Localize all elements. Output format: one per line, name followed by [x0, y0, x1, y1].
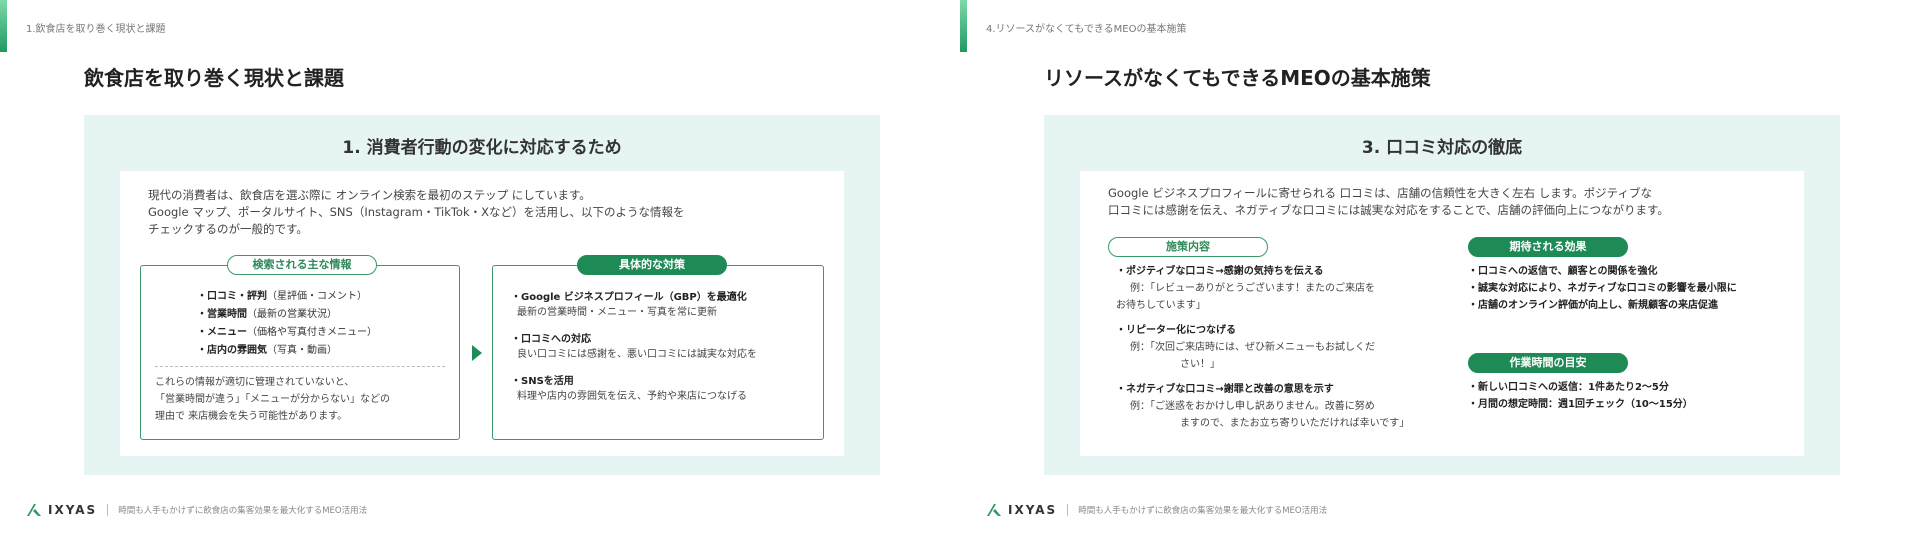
footer-tagline: 時間も人手もかけずに飲食店の集客効果を最大化するMEO活用法	[1078, 506, 1328, 516]
action-example: お待ちしています」	[1116, 300, 1206, 311]
content-panel: 3. 口コミ対応の徹底 Google ビジネスプロフィールに寄せられる 口コミは…	[1044, 115, 1840, 475]
effects-list: ・口コミへの返信で、顧客との関係を強化 ・誠実な対応により、ネガティブな口コミの…	[1468, 263, 1798, 314]
list-item-rest: （価格や写真付きメニュー）	[247, 327, 377, 338]
arrow-right-icon	[472, 345, 482, 361]
content-panel: 1. 消費者行動の変化に対応するため 現代の消費者は、飲食店を選ぶ際に オンライ…	[84, 115, 880, 475]
intro-text: 現代の消費者は、飲食店を選ぶ際に オンライン検索を最初のステップ にしています。…	[148, 187, 828, 238]
intro-line: Google ビジネスプロフィールに寄せられる 口コミは、店舗の信頼性を大きく左…	[1108, 186, 1652, 200]
list-item: ・口コミ・評判（星評価・コメント）	[197, 288, 377, 306]
actions-title: 施策内容	[1108, 237, 1268, 257]
corner-accent	[0, 0, 7, 52]
time-title: 作業時間の目安	[1468, 353, 1628, 373]
panel-title: 1. 消費者行動の変化に対応するため	[342, 138, 622, 158]
warning-note: これらの情報が適切に管理されていないと、 「営業時間が違う」「メニューが分からな…	[155, 374, 455, 425]
effect-item: ・店舗のオンライン評価が向上し、新規顧客の来店促進	[1468, 300, 1718, 311]
action-example: さい！」	[1180, 359, 1220, 370]
ixyas-logo-icon	[986, 503, 1002, 517]
action-item: ・ネガティブな口コミ→謝罪と改善の意思を示す	[1116, 384, 1334, 395]
searched-info-title: 検索される主な情報	[227, 255, 377, 275]
intro-line: 口コミには感謝を伝え、ネガティブな口コミには誠実な対応をすることで、店舗の評価向…	[1108, 203, 1669, 217]
inner-card: 現代の消費者は、飲食店を選ぶ際に オンライン検索を最初のステップ にしています。…	[120, 171, 844, 456]
list-item-bold: ・口コミ・評判	[197, 291, 267, 302]
effects-title: 期待される効果	[1468, 237, 1628, 257]
searched-info-list: ・口コミ・評判（星評価・コメント） ・営業時間（最新の営業状況） ・メニュー（価…	[197, 288, 377, 360]
measure-desc: 最新の営業時間・メニュー・写真を常に更新	[517, 307, 717, 318]
panel-title: 3. 口コミ対応の徹底	[1361, 138, 1523, 158]
action-example: ますので、またお立ち寄りいただければ幸いです」	[1180, 418, 1410, 429]
action-example: 例：「ご迷惑をおかけし申し訳ありません。改善に努め	[1130, 401, 1375, 412]
time-list: ・新しい口コミへの返信：1件あたり2〜5分 ・月間の想定時間：週1回チェック（1…	[1468, 379, 1798, 413]
slide-title: リソースがなくてもできるMEOの基本施策	[1044, 66, 1431, 90]
time-item: ・新しい口コミへの返信：1件あたり2〜5分	[1468, 382, 1669, 393]
intro-line: チェックするのが一般的です。	[148, 222, 308, 236]
effect-item: ・誠実な対応により、ネガティブな口コミの影響を最小限に	[1468, 283, 1737, 294]
note-line: これらの情報が適切に管理されていないと、	[155, 377, 355, 388]
list-item-rest: （星評価・コメント）	[267, 291, 367, 302]
intro-line: Google マップ、ポータルサイト、SNS（Instagram・TikTok・…	[148, 205, 685, 219]
footer-separator	[1067, 504, 1069, 516]
footer: IXYAS 時間も人手もかけずに飲食店の集客効果を最大化するMEO活用法	[26, 503, 367, 517]
measure-title: ・SNSを活用	[511, 376, 574, 387]
action-item: ・ポジティブな口コミ→感謝の気持ちを伝える	[1116, 266, 1324, 277]
ixyas-logo-icon	[26, 503, 42, 517]
action-example: 例：「レビューありがとうございます！またのご来店を	[1130, 283, 1375, 294]
footer: IXYAS 時間も人手もかけずに飲食店の集客効果を最大化するMEO活用法	[986, 503, 1327, 517]
measures-title: 具体的な対策	[577, 255, 727, 275]
searched-info-box: 検索される主な情報 ・口コミ・評判（星評価・コメント） ・営業時間（最新の営業状…	[140, 255, 460, 440]
list-item: ・営業時間（最新の営業状況）	[197, 306, 377, 324]
measure-title: ・口コミへの対応	[511, 334, 591, 345]
list-item: ・メニュー（価格や写真付きメニュー）	[197, 324, 377, 342]
corner-accent	[960, 0, 967, 52]
measures-list: ・Google ビジネスプロフィール（GBP）を最適化 最新の営業時間・メニュー…	[511, 290, 816, 416]
slide-2: 4.リソースがなくてもできるMEOの基本施策 リソースがなくてもできるMEOの基…	[960, 0, 1920, 540]
action-example: 例：「次回ご来店時には、ぜひ新メニューもお試しくだ	[1130, 342, 1375, 353]
measure-desc: 料理や店内の雰囲気を伝え、予約や来店につなげる	[517, 391, 747, 402]
measures-box: 具体的な対策 ・Google ビジネスプロフィール（GBP）を最適化 最新の営業…	[492, 255, 824, 440]
list-item-rest: （写真・動画）	[267, 345, 337, 356]
list-item-rest: （最新の営業状況）	[247, 309, 337, 320]
footer-separator	[107, 504, 109, 516]
list-item-bold: ・メニュー	[197, 327, 247, 338]
list-item-bold: ・営業時間	[197, 309, 247, 320]
intro-line: 現代の消費者は、飲食店を選ぶ際に オンライン検索を最初のステップ にしています。	[148, 188, 591, 202]
effect-item: ・口コミへの返信で、顧客との関係を強化	[1468, 266, 1658, 277]
logo-text: IXYAS	[1008, 503, 1058, 517]
slide-1: 1.飲食店を取り巻く現状と課題 飲食店を取り巻く現状と課題 1. 消費者行動の変…	[0, 0, 960, 540]
inner-card: Google ビジネスプロフィールに寄せられる 口コミは、店舗の信頼性を大きく左…	[1080, 171, 1804, 456]
measure-title: ・Google ビジネスプロフィール（GBP）を最適化	[511, 292, 747, 303]
dashed-divider	[155, 366, 445, 367]
breadcrumb: 1.飲食店を取り巻く現状と課題	[26, 24, 166, 35]
breadcrumb: 4.リソースがなくてもできるMEOの基本施策	[986, 24, 1187, 35]
list-item-bold: ・店内の雰囲気	[197, 345, 267, 356]
list-item: ・店内の雰囲気（写真・動画）	[197, 342, 377, 360]
logo-text: IXYAS	[48, 503, 98, 517]
note-line: 「営業時間が違う」「メニューが分からない」などの	[155, 394, 390, 405]
time-item: ・月間の想定時間：週1回チェック（10〜15分）	[1468, 399, 1693, 410]
note-line: 理由で 来店機会を失う可能性があります。	[155, 411, 348, 422]
action-item: ・リピーター化につなげる	[1116, 325, 1236, 336]
footer-tagline: 時間も人手もかけずに飲食店の集客効果を最大化するMEO活用法	[118, 506, 368, 516]
measure-desc: 良い口コミには感謝を、悪い口コミには誠実な対応を	[517, 349, 757, 360]
actions-list: ・ポジティブな口コミ→感謝の気持ちを伝える 例：「レビューありがとうございます！…	[1116, 263, 1456, 432]
intro-text: Google ビジネスプロフィールに寄せられる 口コミは、店舗の信頼性を大きく左…	[1108, 185, 1788, 219]
slide-title: 飲食店を取り巻く現状と課題	[84, 66, 344, 90]
